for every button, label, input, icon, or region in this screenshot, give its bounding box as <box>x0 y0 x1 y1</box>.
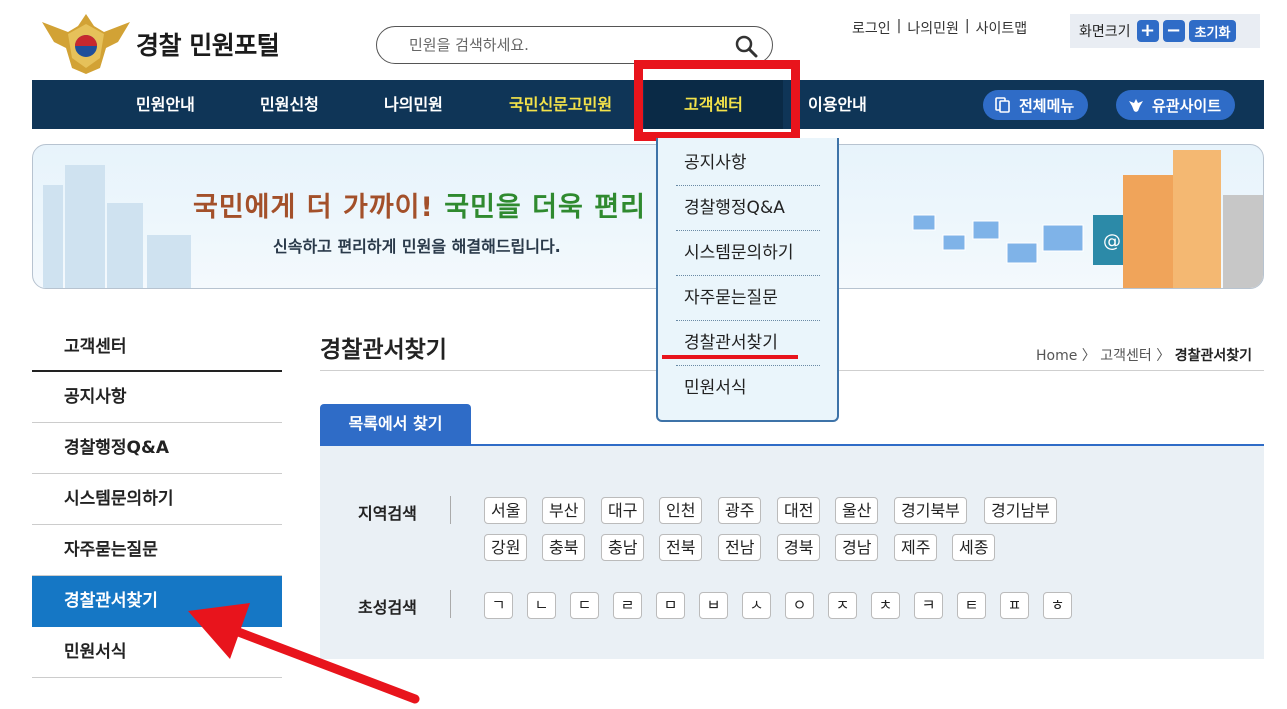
region-chip[interactable]: 부산 <box>542 497 586 524</box>
building-graphic <box>65 165 105 288</box>
building-graphic <box>1173 150 1221 288</box>
annotation-underline <box>662 355 798 359</box>
initial-consonant-button[interactable]: ㄹ <box>613 592 642 619</box>
region-chip[interactable]: 경기남부 <box>984 497 1057 524</box>
dropdown-item-qna[interactable]: 경찰행정Q&A <box>676 186 820 231</box>
region-chip[interactable]: 울산 <box>835 497 879 524</box>
site-title[interactable]: 경찰 민원포털 <box>136 26 280 62</box>
zoom-label: 화면크기 <box>1079 24 1131 40</box>
dropdown-item-notice[interactable]: 공지사항 <box>676 141 820 186</box>
utility-links: 로그인 | 나의민원 | 사이트맵 <box>852 18 1027 38</box>
breadcrumb-home[interactable]: Home <box>1036 348 1077 364</box>
building-graphic <box>43 185 63 288</box>
search-icon[interactable] <box>734 34 758 58</box>
zoom-in-button[interactable]: + <box>1136 20 1159 42</box>
my-civil-link[interactable]: 나의민원 <box>907 18 959 38</box>
building-graphic <box>1123 175 1173 288</box>
region-chip[interactable]: 제주 <box>894 534 938 561</box>
breadcrumb-level1[interactable]: 고객센터 <box>1100 348 1152 364</box>
banner-headline: 국민에게 더 가까이! 국민을 더욱 편리 <box>193 192 646 223</box>
tab-list-search[interactable]: 목록에서 찾기 <box>320 404 471 445</box>
initial-consonant-button[interactable]: ㅈ <box>828 592 857 619</box>
annotation-arrow-icon <box>188 603 420 704</box>
region-chip[interactable]: 전북 <box>659 534 703 561</box>
dropdown-item-system-inquiry[interactable]: 시스템문의하기 <box>676 231 820 276</box>
divider <box>450 590 451 618</box>
initial-consonant-button[interactable]: ㄴ <box>527 592 556 619</box>
breadcrumb-current: 경찰관서찾기 <box>1174 348 1252 364</box>
sidebar-item-faq[interactable]: 자주묻는질문 <box>32 525 282 576</box>
nav-item-my-civil[interactable]: 나의민원 <box>384 80 443 129</box>
sitemap-link[interactable]: 사이트맵 <box>976 18 1028 38</box>
initial-consonant-button[interactable]: ㄷ <box>570 592 599 619</box>
initial-consonant-button[interactable]: ㅂ <box>699 592 728 619</box>
annotation-highlight-box <box>634 60 800 141</box>
svg-text:@: @ <box>1103 231 1121 252</box>
nav-item-guide[interactable]: 민원안내 <box>136 80 195 129</box>
station-search-panel: 지역검색 서울 부산 대구 인천 광주 대전 울산 경기북부 경기남부 강원 충… <box>320 446 1264 659</box>
region-chip[interactable]: 서울 <box>484 497 528 524</box>
related-sites-label: 유관사이트 <box>1152 96 1222 115</box>
initial-consonant-button[interactable]: ㅊ <box>871 592 900 619</box>
initial-consonant-button[interactable]: ㅋ <box>914 592 943 619</box>
customer-center-dropdown: 공지사항 경찰행정Q&A 시스템문의하기 자주묻는질문 경찰관서찾기 민원서식 <box>656 138 839 422</box>
building-graphic <box>107 203 143 288</box>
initial-consonant-button[interactable]: ㅍ <box>1000 592 1029 619</box>
dropdown-item-find-station[interactable]: 경찰관서찾기 <box>676 321 820 366</box>
menu-icon <box>995 97 1010 113</box>
region-chip[interactable]: 경북 <box>777 534 821 561</box>
police-logo-icon[interactable] <box>38 12 134 74</box>
nav-item-apply[interactable]: 민원신청 <box>260 80 319 129</box>
region-chip[interactable]: 충남 <box>601 534 645 561</box>
region-chip[interactable]: 충북 <box>542 534 586 561</box>
search-box <box>376 26 773 64</box>
region-chip[interactable]: 인천 <box>659 497 703 524</box>
region-chip[interactable]: 대구 <box>601 497 645 524</box>
initial-consonant-button[interactable]: ㅎ <box>1043 592 1072 619</box>
related-sites-button[interactable]: 유관사이트 <box>1116 90 1236 120</box>
region-chip[interactable]: 대전 <box>777 497 821 524</box>
login-link[interactable]: 로그인 <box>852 18 891 38</box>
nav-item-epeople[interactable]: 국민신문고민원 <box>509 80 612 129</box>
banner-subtext: 신속하고 편리하게 민원을 해결해드립니다. <box>273 237 561 256</box>
sidebar-item-qna[interactable]: 경찰행정Q&A <box>32 423 282 474</box>
initial-consonant-button[interactable]: ㅌ <box>957 592 986 619</box>
police-emblem-icon <box>1129 99 1143 112</box>
initial-consonant-button[interactable]: ㅅ <box>742 592 771 619</box>
sidebar-item-system-inquiry[interactable]: 시스템문의하기 <box>32 474 282 525</box>
building-graphic <box>1223 195 1263 288</box>
divider: | <box>964 18 970 34</box>
initial-consonant-button[interactable]: ㅁ <box>656 592 685 619</box>
breadcrumb: Home 〉 고객센터 〉 경찰관서찾기 <box>1036 345 1252 365</box>
page-title: 경찰관서찾기 <box>320 337 447 363</box>
divider <box>450 496 451 524</box>
region-chip[interactable]: 세종 <box>952 534 996 561</box>
all-menu-button[interactable]: 전체메뉴 <box>983 90 1089 120</box>
nav-item-usage-guide[interactable]: 이용안내 <box>808 80 867 129</box>
zoom-controls: 화면크기 + − 초기화 <box>1070 14 1260 48</box>
breadcrumb-separator: 〉 <box>1151 348 1171 364</box>
region-chip[interactable]: 경기북부 <box>894 497 967 524</box>
breadcrumb-separator: 〉 <box>1077 348 1096 364</box>
zoom-reset-button[interactable]: 초기화 <box>1188 20 1237 42</box>
region-chip[interactable]: 강원 <box>484 534 528 561</box>
divider: | <box>896 18 902 34</box>
promo-banner: 국민에게 더 가까이! 국민을 더욱 편리 신속하고 편리하게 민원을 해결해드… <box>32 144 1264 289</box>
region-search-label: 지역검색 <box>358 504 417 523</box>
sidebar-item-notice[interactable]: 공지사항 <box>32 372 282 423</box>
all-menu-label: 전체메뉴 <box>1019 96 1075 115</box>
zoom-out-button[interactable]: − <box>1162 20 1185 42</box>
region-chip[interactable]: 전남 <box>718 534 762 561</box>
region-chip[interactable]: 광주 <box>718 497 762 524</box>
initial-consonant-button[interactable]: ㄱ <box>484 592 513 619</box>
sidebar-title: 고객센터 <box>32 326 282 372</box>
initial-consonant-button[interactable]: ㅇ <box>785 592 814 619</box>
dropdown-item-forms[interactable]: 민원서식 <box>676 366 820 411</box>
region-chip[interactable]: 경남 <box>835 534 879 561</box>
building-graphic <box>147 235 191 288</box>
mail-envelope-icon: @ <box>912 214 1129 265</box>
dropdown-item-faq[interactable]: 자주묻는질문 <box>676 276 820 321</box>
search-input[interactable] <box>409 35 729 55</box>
